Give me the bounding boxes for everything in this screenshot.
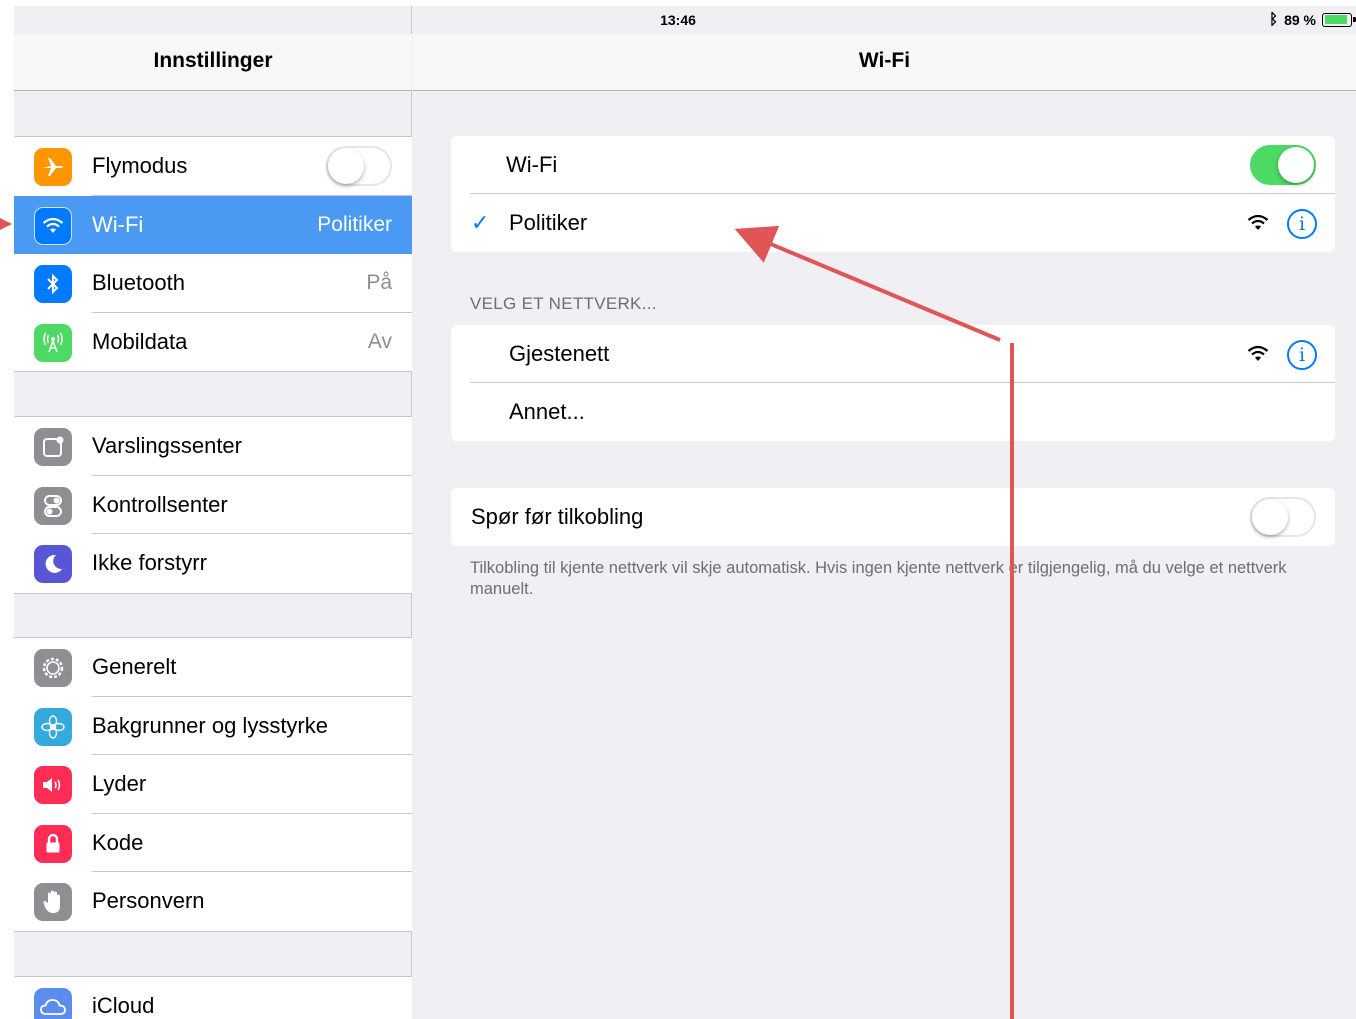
ask-to-join-label: Spør før tilkobling	[471, 504, 644, 529]
control-center-icon	[34, 486, 72, 525]
sidebar-item-label: Kontrollsenter	[92, 491, 228, 517]
sidebar-item-label: Bakgrunner og lysstyrke	[92, 712, 328, 738]
choose-network-header: VELG ET NETTVERK...	[470, 294, 657, 313]
hand-icon	[34, 883, 72, 921]
sidebar-group-icloud: iCloud	[14, 976, 412, 1019]
sidebar-item-label: Varslingssenter	[92, 433, 242, 459]
sidebar-item-generelt[interactable]: Generelt	[14, 638, 412, 697]
network-row-annet[interactable]: Annet...	[451, 383, 1335, 441]
sidebar-item-label: Wi-Fi	[92, 211, 144, 237]
sidebar-item-label: Mobildata	[92, 328, 188, 354]
annotation-arrow-left	[0, 218, 12, 230]
notification-center-icon	[34, 428, 72, 466]
flower-icon	[34, 707, 72, 746]
network-row-gjestenett[interactable]: Gjestenett i	[451, 325, 1335, 383]
sidebar-item-varslingssenter[interactable]: Varslingssenter	[14, 417, 412, 476]
sidebar-item-label: Generelt	[92, 654, 177, 680]
ask-to-join-footnote: Tilkobling til kjente nettverk vil skje …	[470, 559, 1287, 598]
gear-icon	[34, 649, 72, 687]
airplane-icon	[34, 148, 72, 186]
sidebar-item-wifi[interactable]: Wi-Fi Politiker	[14, 195, 412, 254]
sidebar-item-icloud[interactable]: iCloud	[14, 977, 412, 1019]
sidebar-group-notifications: Varslingssenter Kontrollsenter Ikke fors…	[14, 416, 412, 594]
bluetooth-icon	[34, 265, 72, 303]
ask-to-join-row: Spør før tilkobling	[451, 488, 1335, 546]
cloud-icon	[34, 988, 72, 1019]
sidebar-item-value: Av	[367, 329, 392, 353]
info-icon[interactable]: i	[1287, 340, 1317, 370]
wifi-toggle[interactable]	[1250, 145, 1316, 185]
network-name: Gjestenett	[509, 341, 610, 366]
ask-to-join-toggle[interactable]	[1250, 497, 1316, 537]
wifi-signal-icon	[1247, 214, 1269, 230]
wifi-label: Wi-Fi	[506, 152, 558, 177]
sidebar-item-ikke-forstyrr[interactable]: Ikke forstyrr	[14, 534, 412, 593]
ipad-screen: iPad 13:46 ᛒ 89 % Innstillinger Flym	[14, 6, 1356, 1019]
sidebar-item-label: Personvern	[92, 888, 205, 914]
sidebar-group-general: Generelt Bakgrunner og lysstyrke Lyder K…	[14, 637, 412, 932]
sidebar-item-value: Politiker	[317, 212, 392, 236]
network-name: Politiker	[509, 210, 588, 235]
network-list: Gjestenett i Annet...	[451, 325, 1335, 441]
sidebar-item-flymodus[interactable]: Flymodus	[14, 137, 412, 196]
sidebar-item-bakgrunner[interactable]: Bakgrunner og lysstyrke	[14, 697, 412, 755]
sidebar-item-label: Bluetooth	[92, 270, 185, 296]
sidebar-item-personvern[interactable]: Personvern	[14, 872, 412, 931]
sidebar-item-label: Flymodus	[92, 153, 188, 179]
sidebar-title: Innstillinger	[14, 34, 412, 91]
sidebar-item-kontrollsenter[interactable]: Kontrollsenter	[14, 476, 412, 534]
wifi-icon	[34, 206, 72, 245]
checkmark-icon: ✓	[471, 210, 490, 235]
network-name: Annet...	[509, 399, 585, 424]
info-icon[interactable]: i	[1287, 209, 1317, 239]
detail-title: Wi-Fi	[413, 34, 1356, 91]
sidebar-item-value: På	[366, 271, 392, 295]
wifi-signal-icon	[1247, 345, 1269, 361]
speaker-icon	[34, 766, 72, 804]
sidebar-item-label: Ikke forstyrr	[92, 550, 207, 576]
wifi-detail-pane: Wi-Fi Wi-Fi ✓ Politiker i VELG ET NETTVE…	[413, 6, 1356, 1019]
wifi-group: Wi-Fi ✓ Politiker i	[451, 136, 1335, 252]
sidebar-group-connectivity: Flymodus Wi-Fi Politiker Bluetooth På Mo…	[14, 136, 412, 372]
sidebar-item-mobildata[interactable]: Mobildata Av	[14, 313, 412, 372]
wifi-toggle-row: Wi-Fi	[451, 136, 1335, 194]
sidebar-item-bluetooth[interactable]: Bluetooth På	[14, 254, 412, 313]
sidebar-item-lyder[interactable]: Lyder	[14, 755, 412, 814]
sidebar-item-kode[interactable]: Kode	[14, 814, 412, 872]
network-row-politiker[interactable]: ✓ Politiker i	[451, 194, 1335, 252]
sidebar-item-label: Kode	[92, 829, 144, 855]
flymodus-toggle[interactable]	[326, 146, 392, 186]
ask-to-join-group: Spør før tilkobling	[451, 488, 1335, 546]
cellular-icon	[34, 323, 72, 362]
moon-icon	[34, 545, 72, 583]
lock-icon	[34, 824, 72, 863]
sidebar-item-label: Lyder	[92, 771, 147, 797]
sidebar-item-label: iCloud	[92, 993, 155, 1019]
settings-sidebar: Innstillinger Flymodus Wi-Fi Politiker B…	[14, 6, 412, 1019]
